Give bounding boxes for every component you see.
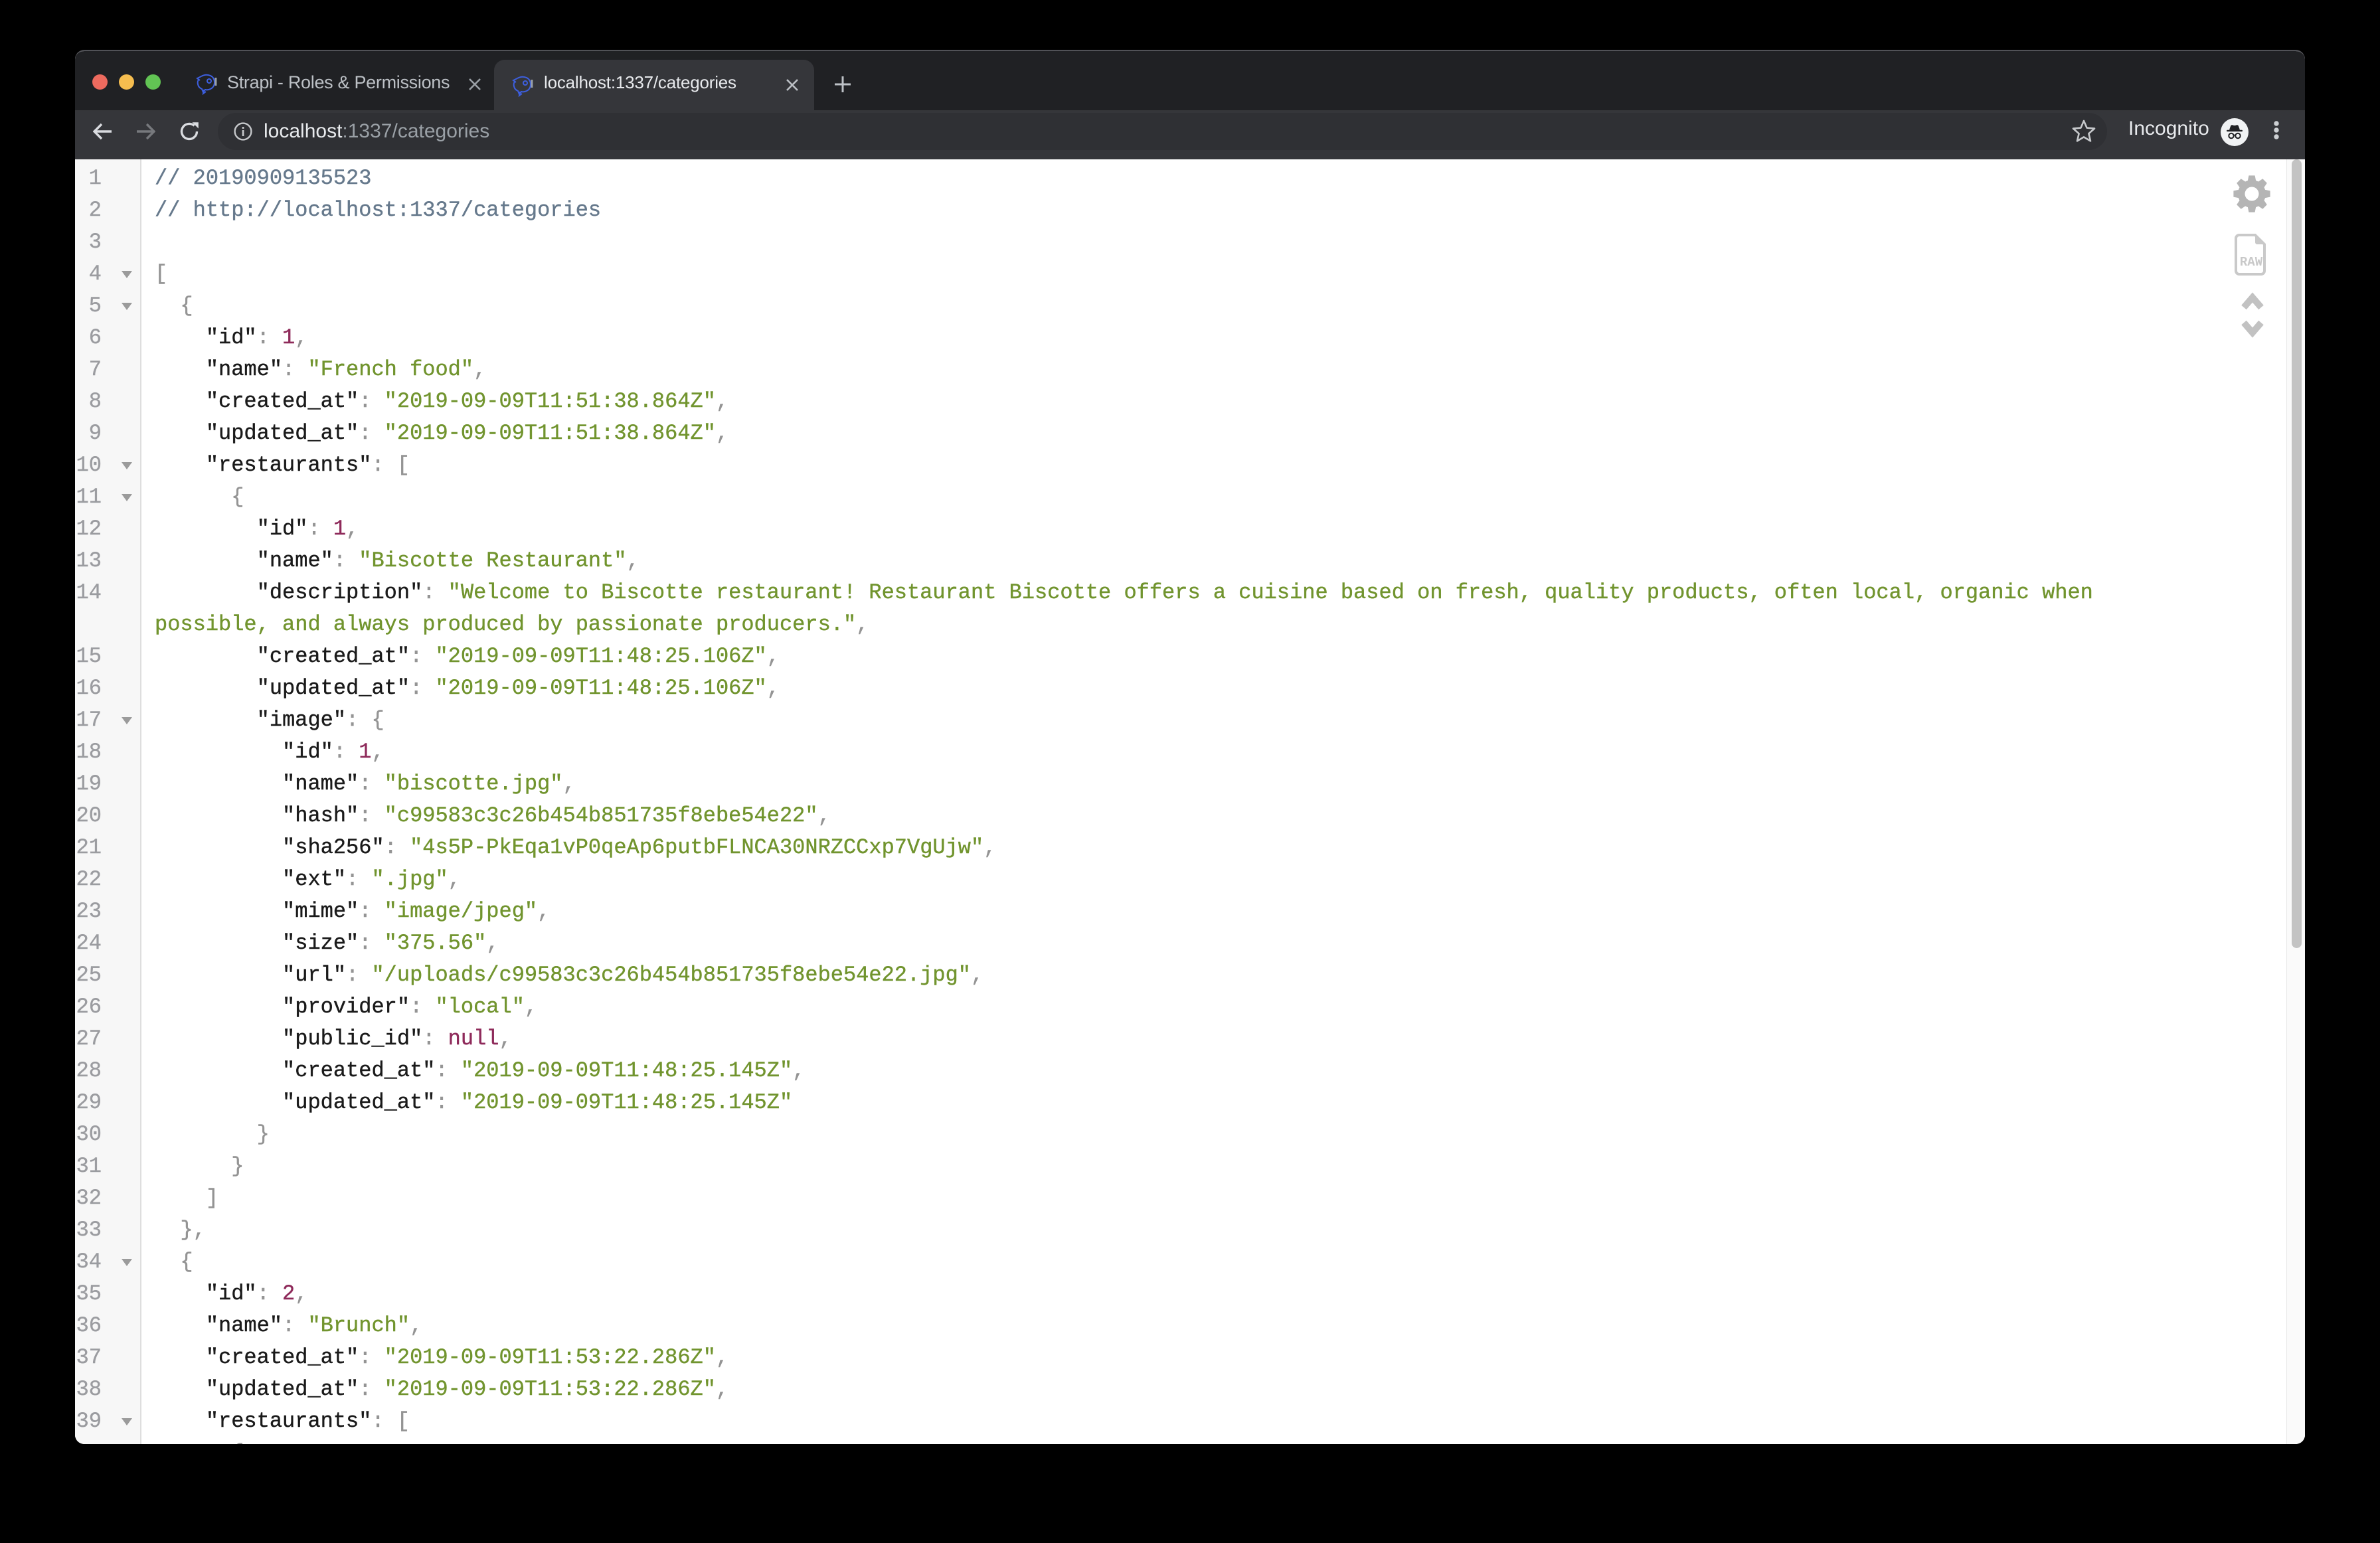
svg-text:RAW: RAW bbox=[2240, 255, 2263, 270]
